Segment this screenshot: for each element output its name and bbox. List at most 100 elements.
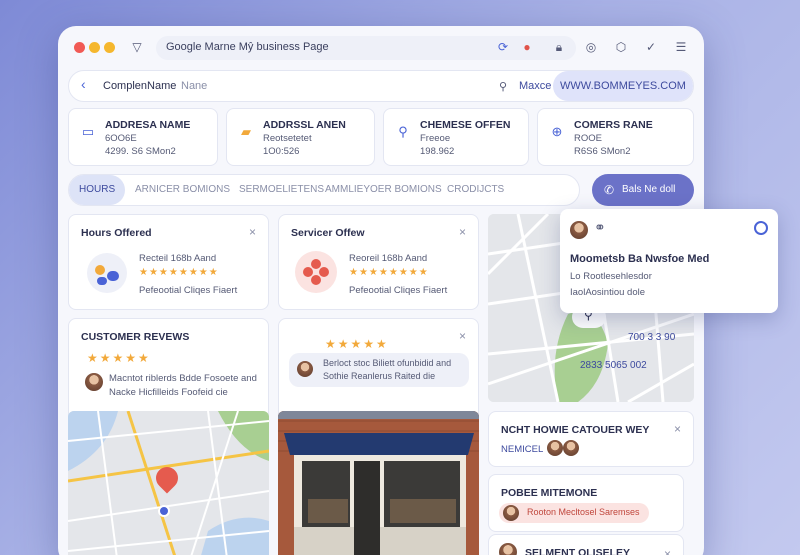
section-tabs: HOURS ARNICER BOMIONS SERMOELIETENS AMML… [68, 174, 580, 206]
info-card-line: 6OO6E [105, 133, 137, 144]
review-text-box: Berloct stoc Biliett ofunbidid and Sothi… [289, 353, 469, 387]
info-card-line: 1O0:526 [263, 146, 300, 157]
review-text: Sothie Reanlerus Raited die [323, 371, 436, 381]
review-stars: ★★★★★ [325, 337, 389, 351]
info-card-comers[interactable]: ⊕ COMERS RANE ROOE R6S6 SMon2 [537, 108, 694, 166]
posee-line: Rooton Mecltosel Saremses [527, 507, 640, 517]
rating-stars: ★★★★★★★★ [139, 267, 219, 278]
settlement-card[interactable]: SELMENT OLISELEY × [488, 534, 684, 555]
avatar [85, 373, 103, 391]
card-icon: ▭ [81, 124, 95, 139]
business-search-bar[interactable]: ‹ ComplenName Nane ⚲ Maxce WWW.BOMMEYES.… [68, 70, 694, 102]
storefront-illustration [278, 411, 479, 555]
info-card-line: R6S6 SMon2 [574, 146, 631, 157]
posee-row: Rooton Mecltosel Saremses [499, 503, 649, 523]
radio-icon[interactable] [754, 221, 768, 235]
action-label[interactable]: Maxce [519, 80, 551, 92]
posee-card[interactable]: POBEE MITEMONE Rooton Mecltosel Saremses [488, 474, 684, 532]
tab-hours[interactable]: HOURS [69, 175, 126, 205]
popup-title: Moometsb Ba Nwsfoe Med [570, 253, 710, 265]
review-text: Berloct stoc Biliett ofunbidid and [323, 358, 452, 368]
address-bar[interactable]: Google Marne Mŷ business Page [156, 36, 576, 60]
review-text: Nacke Hicfilleids Foofeid cie [109, 387, 228, 398]
website-url-pill[interactable]: WWW.BOMMEYES.COM [553, 71, 693, 101]
category-subtitle: NEMICEL [501, 444, 544, 455]
close-icon[interactable]: × [459, 329, 466, 343]
hours-line: Pefeootial Cliqes Fiaert [139, 285, 238, 296]
close-icon[interactable]: × [249, 225, 256, 239]
info-card-title: ADDRESA NAME [105, 119, 191, 131]
hours-card-title: Hours Offered [81, 227, 152, 239]
title-bar: ▽ Google Marne Mŷ business Page ⟳ ● 🔒︎ ◎… [58, 26, 704, 70]
info-card-line: 4299. S6 SMon2 [105, 146, 176, 157]
info-card-title: COMERS RANE [574, 119, 653, 131]
crosshair-icon: ⊕ [551, 124, 563, 139]
current-location-icon [158, 505, 170, 517]
search-icon[interactable]: ⚲ [499, 80, 507, 93]
chevron-left-icon[interactable]: ‹ [81, 76, 86, 92]
avatar [297, 361, 313, 377]
name-label: ComplenName [103, 80, 177, 92]
close-window-button[interactable] [74, 42, 85, 53]
tab-specialties[interactable]: SERMOELIETENS [239, 175, 324, 205]
avatar [503, 505, 519, 521]
info-card-address[interactable]: ▭ ADDRESA NAME 6OO6E 4299. S6 SMon2 [68, 108, 218, 166]
map-label: 2833 5065 002 [580, 360, 647, 371]
customer-reviews-card[interactable]: CUSTOMER REVEWS ★★★★★ Macntot riblerds B… [68, 318, 269, 426]
maximize-window-button[interactable] [104, 42, 115, 53]
info-card-line: Reotsetetet [263, 133, 312, 144]
info-card-address-2[interactable]: ▰ ADDRSSL ANEN Reotsetetet 1O0:526 [226, 108, 375, 166]
avatar [499, 543, 517, 555]
avatar [563, 440, 579, 456]
name-value: Nane [181, 80, 208, 92]
avatar [547, 440, 563, 456]
services-card-title: Servicer Offew [291, 227, 365, 239]
refresh-icon[interactable]: ⟳ [494, 38, 512, 56]
review-card-2[interactable]: ★★★★★ × Berloct stoc Biliett ofunbidid a… [278, 318, 479, 426]
services-card[interactable]: Servicer Offew × Reoreil 168b Aand ★★★★★… [278, 214, 479, 310]
hours-card[interactable]: Hours Offered × Recteil 168b Aand ★★★★★★… [68, 214, 269, 310]
map-label: 700 3 3 90 [628, 332, 676, 343]
street-map[interactable] [68, 411, 269, 555]
info-card-offer[interactable]: ⚲ CHEMESE OFFEN Freeoe 198.962 [383, 108, 529, 166]
map-popup-card[interactable]: ⚭ Moometsb Ba Nwsfoe Med Lo Rootlesehles… [560, 209, 778, 313]
category-card[interactable]: NCHT HOWIE CATOUER WEY × NEMICEL [488, 411, 694, 467]
services-line: Reoreil 168b Aand [349, 253, 428, 264]
close-icon[interactable]: × [459, 225, 466, 239]
lock-icon[interactable]: 🔒︎ [550, 38, 568, 56]
shield-icon[interactable]: ⬡ [612, 38, 630, 56]
category-card-title: NCHT HOWIE CATOUER WEY [501, 424, 650, 436]
phone-icon: ✆ [604, 183, 615, 197]
review-stars: ★★★★★ [87, 351, 151, 365]
popup-line: IaolAosintiou dole [570, 287, 645, 298]
info-card-title: ADDRSSL ANEN [263, 119, 346, 131]
avatar [570, 221, 588, 239]
call-button[interactable]: ✆ Bals Ne doll [592, 174, 694, 206]
chevron-down-icon[interactable]: ▽ [128, 38, 146, 56]
posee-card-title: POBEE MITEMONE [501, 487, 598, 499]
minimize-window-button[interactable] [89, 42, 100, 53]
rating-stars: ★★★★★★★★ [349, 267, 429, 278]
hours-icon [87, 253, 127, 293]
extension-icon[interactable]: ● [518, 38, 536, 56]
popup-line: Lo Rootlesehlesdor [570, 271, 652, 282]
close-icon[interactable]: × [664, 547, 671, 555]
menu-icon[interactable]: ☰ [672, 38, 690, 56]
settlement-card-title: SELMENT OLISELEY [525, 547, 631, 555]
info-card-line: Freeoe [420, 133, 451, 144]
link-icon: ⚭ [594, 219, 606, 235]
close-icon[interactable]: × [674, 422, 681, 436]
check-circle-icon[interactable]: ✓ [642, 38, 660, 56]
address-text: Google Marne Mŷ business Page [166, 41, 329, 53]
download-icon[interactable]: ◎ [582, 38, 600, 56]
info-card-line: ROOE [574, 133, 602, 144]
storefront-photo [278, 411, 479, 555]
briefcase-icon: ▰ [241, 124, 251, 139]
tab-products[interactable]: CRODIJCTS [447, 175, 504, 205]
services-icon [295, 251, 337, 293]
hours-line: Recteil 168b Aand [139, 253, 217, 264]
services-line: Pefeootial Cliqes Fiaert [349, 285, 448, 296]
tab-services[interactable]: ARNICER BOMIONS [135, 175, 230, 205]
tab-amenities[interactable]: AMMLIEYOER BOMIONS [325, 175, 442, 205]
reviews-card-title: CUSTOMER REVEWS [81, 331, 190, 343]
